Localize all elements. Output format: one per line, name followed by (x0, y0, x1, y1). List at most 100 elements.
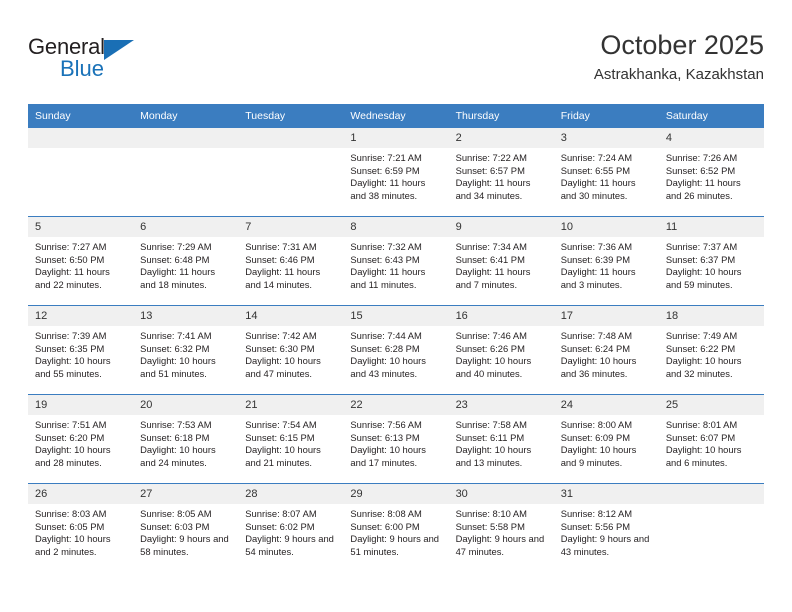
page-subtitle: Astrakhanka, Kazakhstan (593, 66, 764, 83)
calendar-day-cell[interactable]: 5 Sunrise: 7:27 AM Sunset: 6:50 PM Daylight… (28, 216, 134, 306)
calendar-day-cell[interactable]: 11 Sunrise: 7:37 AM Sunset: 6:37 PM Dayligh… (658, 216, 764, 306)
calendar-day-cell[interactable]: 8 Sunrise: 7:32 AM Sunset: 6:43 PM Daylight… (343, 216, 449, 306)
day-details: Sunrise: 7:32 AM Sunset: 6:43 PM Daylight:… (343, 237, 448, 291)
daylight-text: Daylight: 9 hours and 43 minutes. (560, 533, 650, 557)
daylight-text: Daylight: 10 hours and 9 minutes. (560, 444, 637, 468)
sunrise-text: Sunrise: 8:05 AM (140, 508, 212, 519)
day-number: 10 (553, 217, 659, 237)
calendar-day-cell[interactable]: 21 Sunrise: 7:54 AM Sunset: 6:15 PM Dayligh… (238, 394, 344, 484)
calendar-day-cell[interactable]: 18 Sunrise: 7:49 AM Sunset: 6:22 PM Dayligh… (658, 305, 764, 395)
daylight-text: Daylight: 10 hours and 59 minutes. (665, 266, 742, 290)
day-number: 8 (343, 217, 449, 237)
calendar-day-cell[interactable]: 28 Sunrise: 8:07 AM Sunset: 6:02 PM Dayligh… (238, 483, 344, 572)
sunrise-text: Sunrise: 7:44 AM (350, 330, 422, 341)
calendar-day-cell[interactable]: 7 Sunrise: 7:31 AM Sunset: 6:46 PM Daylight… (238, 216, 344, 306)
daylight-text: Daylight: 9 hours and 58 minutes. (140, 533, 229, 557)
day-number (238, 128, 344, 148)
daylight-text: Daylight: 10 hours and 40 minutes. (455, 355, 532, 379)
day-number: 12 (28, 306, 134, 326)
calendar-grid: Sunday Monday Tuesday Wednesday Thursday… (28, 104, 764, 572)
daylight-text: Daylight: 9 hours and 54 minutes. (245, 533, 334, 557)
calendar-day-cell-empty (238, 127, 344, 217)
day-details: Sunrise: 8:10 AM Sunset: 5:58 PM Daylight:… (449, 504, 554, 558)
calendar-day-cell[interactable]: 20 Sunrise: 7:53 AM Sunset: 6:18 PM Dayligh… (133, 394, 239, 484)
day-details: Sunrise: 7:34 AM Sunset: 6:41 PM Daylight:… (449, 237, 554, 291)
day-number: 16 (448, 306, 554, 326)
day-number: 4 (658, 128, 764, 148)
calendar-day-cell[interactable]: 30 Sunrise: 8:10 AM Sunset: 5:58 PM Dayligh… (448, 483, 554, 572)
calendar-day-cell[interactable]: 31 Sunrise: 8:12 AM Sunset: 5:56 PM Dayligh… (553, 483, 659, 572)
calendar-day-cell[interactable]: 13 Sunrise: 7:41 AM Sunset: 6:32 PM Dayligh… (133, 305, 239, 395)
daylight-text: Daylight: 10 hours and 2 minutes. (35, 533, 111, 557)
calendar-day-cell-empty (28, 127, 134, 217)
calendar-day-cell[interactable]: 10 Sunrise: 7:36 AM Sunset: 6:39 PM Dayligh… (553, 216, 659, 306)
sunrise-text: Sunrise: 7:58 AM (455, 419, 527, 430)
day-number: 9 (448, 217, 554, 237)
page-title: October 2025 (600, 30, 764, 60)
sunrise-text: Sunrise: 7:32 AM (350, 241, 422, 252)
calendar-page: General Blue October 2025 Astrakhanka, K… (0, 0, 792, 612)
calendar-day-cell[interactable]: 22 Sunrise: 7:56 AM Sunset: 6:13 PM Dayligh… (343, 394, 449, 484)
day-details: Sunrise: 7:22 AM Sunset: 6:57 PM Daylight:… (449, 148, 554, 202)
calendar-day-cell[interactable]: 16 Sunrise: 7:46 AM Sunset: 6:26 PM Dayligh… (448, 305, 554, 395)
calendar-day-cell[interactable]: 19 Sunrise: 7:51 AM Sunset: 6:20 PM Dayligh… (28, 394, 134, 484)
sunrise-text: Sunrise: 7:31 AM (245, 241, 317, 252)
sunset-text: Sunset: 6:46 PM (245, 253, 315, 265)
calendar-day-cell[interactable]: 27 Sunrise: 8:05 AM Sunset: 6:03 PM Dayligh… (133, 483, 239, 572)
sunset-text: Sunset: 6:00 PM (350, 520, 420, 532)
day-number: 14 (238, 306, 344, 326)
day-details: Sunrise: 7:42 AM Sunset: 6:30 PM Daylight:… (238, 326, 343, 380)
day-number (28, 128, 134, 148)
sunset-text: Sunset: 6:03 PM (140, 520, 210, 532)
day-details: Sunrise: 8:03 AM Sunset: 6:05 PM Daylight:… (28, 504, 133, 558)
sunset-text: Sunset: 6:09 PM (560, 431, 631, 443)
day-number: 1 (343, 128, 449, 148)
day-number: 5 (28, 217, 134, 237)
day-details: Sunrise: 8:12 AM Sunset: 5:56 PM Daylight:… (554, 504, 659, 558)
day-number: 7 (238, 217, 344, 237)
calendar-day-cell[interactable]: 29 Sunrise: 8:08 AM Sunset: 6:00 PM Dayligh… (343, 483, 449, 572)
sunrise-text: Sunrise: 7:27 AM (35, 241, 107, 252)
sunset-text: Sunset: 5:56 PM (560, 520, 631, 532)
day-number: 24 (553, 395, 659, 415)
calendar-day-cell[interactable]: 25 Sunrise: 8:01 AM Sunset: 6:07 PM Dayligh… (658, 394, 764, 484)
daylight-text: Daylight: 9 hours and 51 minutes. (350, 533, 440, 557)
calendar-day-cell[interactable]: 6 Sunrise: 7:29 AM Sunset: 6:48 PM Daylight… (133, 216, 239, 306)
calendar-week-row: 1 Sunrise: 7:21 AM Sunset: 6:59 PM Daylight… (28, 127, 764, 217)
sunrise-text: Sunrise: 8:03 AM (35, 508, 107, 519)
daylight-text: Daylight: 10 hours and 51 minutes. (140, 355, 216, 379)
calendar-day-cell[interactable]: 14 Sunrise: 7:42 AM Sunset: 6:30 PM Dayligh… (238, 305, 344, 395)
day-number: 13 (133, 306, 239, 326)
sunrise-text: Sunrise: 7:39 AM (35, 330, 107, 341)
calendar-day-cell[interactable]: 1 Sunrise: 7:21 AM Sunset: 6:59 PM Daylight… (343, 127, 449, 217)
daylight-text: Daylight: 11 hours and 11 minutes. (350, 266, 426, 290)
day-details: Sunrise: 7:49 AM Sunset: 6:22 PM Daylight:… (659, 326, 764, 380)
calendar-day-cell[interactable]: 9 Sunrise: 7:34 AM Sunset: 6:41 PM Daylight… (448, 216, 554, 306)
calendar-day-cell[interactable]: 24 Sunrise: 8:00 AM Sunset: 6:09 PM Dayligh… (553, 394, 659, 484)
sunrise-text: Sunrise: 7:48 AM (560, 330, 633, 341)
sunset-text: Sunset: 6:41 PM (455, 253, 525, 265)
calendar-day-cell[interactable]: 12 Sunrise: 7:39 AM Sunset: 6:35 PM Dayligh… (28, 305, 134, 395)
day-number: 22 (343, 395, 449, 415)
calendar-day-cell[interactable]: 17 Sunrise: 7:48 AM Sunset: 6:24 PM Dayligh… (553, 305, 659, 395)
day-number: 21 (238, 395, 344, 415)
calendar-day-cell[interactable]: 3 Sunrise: 7:24 AM Sunset: 6:55 PM Daylight… (553, 127, 659, 217)
general-blue-logo[interactable]: General Blue (28, 34, 148, 88)
calendar-day-cell[interactable]: 26 Sunrise: 8:03 AM Sunset: 6:05 PM Dayligh… (28, 483, 134, 572)
day-details: Sunrise: 7:46 AM Sunset: 6:26 PM Daylight:… (449, 326, 554, 380)
day-number: 11 (658, 217, 764, 237)
calendar-day-cell[interactable]: 4 Sunrise: 7:26 AM Sunset: 6:52 PM Daylight… (658, 127, 764, 217)
weekday-header-wednesday: Wednesday (343, 104, 449, 128)
calendar-day-cell[interactable]: 15 Sunrise: 7:44 AM Sunset: 6:28 PM Dayligh… (343, 305, 449, 395)
sunrise-text: Sunrise: 8:08 AM (350, 508, 422, 519)
sunrise-text: Sunrise: 8:12 AM (560, 508, 633, 519)
day-details: Sunrise: 7:21 AM Sunset: 6:59 PM Daylight:… (343, 148, 448, 202)
sunrise-text: Sunrise: 7:51 AM (35, 419, 107, 430)
sunrise-text: Sunrise: 7:24 AM (560, 152, 633, 163)
day-number: 19 (28, 395, 134, 415)
calendar-day-cell[interactable]: 23 Sunrise: 7:58 AM Sunset: 6:11 PM Dayligh… (448, 394, 554, 484)
day-details: Sunrise: 7:56 AM Sunset: 6:13 PM Daylight:… (343, 415, 448, 469)
sunset-text: Sunset: 6:48 PM (140, 253, 210, 265)
calendar-body: 1 Sunrise: 7:21 AM Sunset: 6:59 PM Daylight… (28, 127, 764, 572)
calendar-day-cell[interactable]: 2 Sunrise: 7:22 AM Sunset: 6:57 PM Daylight… (448, 127, 554, 217)
